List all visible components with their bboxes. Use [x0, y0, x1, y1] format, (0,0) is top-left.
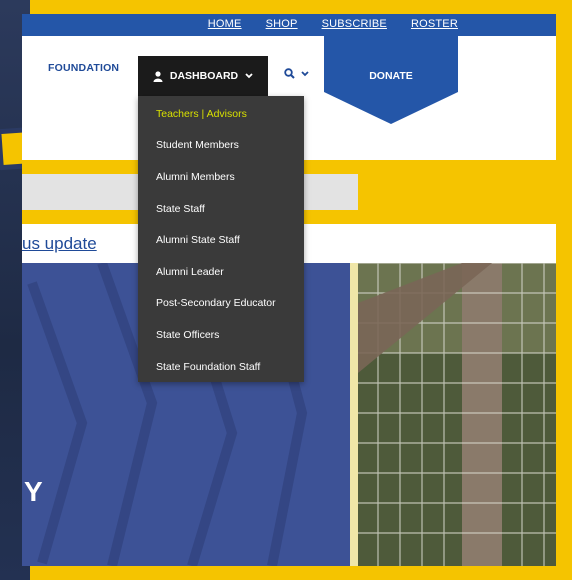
menu-item-alumni-members[interactable]: Alumni Members	[156, 171, 235, 183]
dashboard-menu-button[interactable]: DASHBOARD	[138, 56, 268, 96]
menu-item-teachers-advisors[interactable]: Teachers | Advisors	[156, 108, 247, 120]
donate-button[interactable]: DONATE	[324, 36, 458, 124]
roster-link[interactable]: ROSTER	[411, 18, 458, 30]
hero-text: Y	[24, 476, 43, 507]
menu-item-student-members[interactable]: Student Members	[156, 139, 239, 151]
chevron-down-icon	[301, 70, 309, 76]
chevron-down-icon	[245, 73, 253, 79]
status-update-link[interactable]: us update	[22, 234, 97, 254]
menu-item-alumni-leader[interactable]: Alumni Leader	[156, 266, 224, 278]
home-link[interactable]: HOME	[208, 18, 242, 30]
menu-item-state-officers[interactable]: State Officers	[156, 329, 219, 341]
shop-link[interactable]: SHOP	[266, 18, 298, 30]
subscribe-link[interactable]: SUBSCRIBE	[322, 18, 387, 30]
menu-item-post-secondary-educator[interactable]: Post-Secondary Educator	[156, 297, 276, 309]
menu-item-state-foundation-staff[interactable]: State Foundation Staff	[156, 361, 260, 373]
menu-item-state-staff[interactable]: State Staff	[156, 203, 205, 215]
search-icon	[284, 68, 295, 79]
search-toggle[interactable]	[284, 68, 309, 79]
user-icon	[153, 70, 163, 82]
donate-label: DONATE	[369, 70, 413, 82]
utility-bar: HOME SHOP SUBSCRIBE ROSTER	[22, 14, 556, 36]
nav-foundation[interactable]: FOUNDATION	[48, 62, 119, 74]
dashboard-label: DASHBOARD	[169, 70, 239, 82]
dashboard-dropdown-menu: Teachers | Advisors Student Members Alum…	[138, 96, 304, 382]
menu-item-alumni-state-staff[interactable]: Alumni State Staff	[156, 234, 240, 246]
